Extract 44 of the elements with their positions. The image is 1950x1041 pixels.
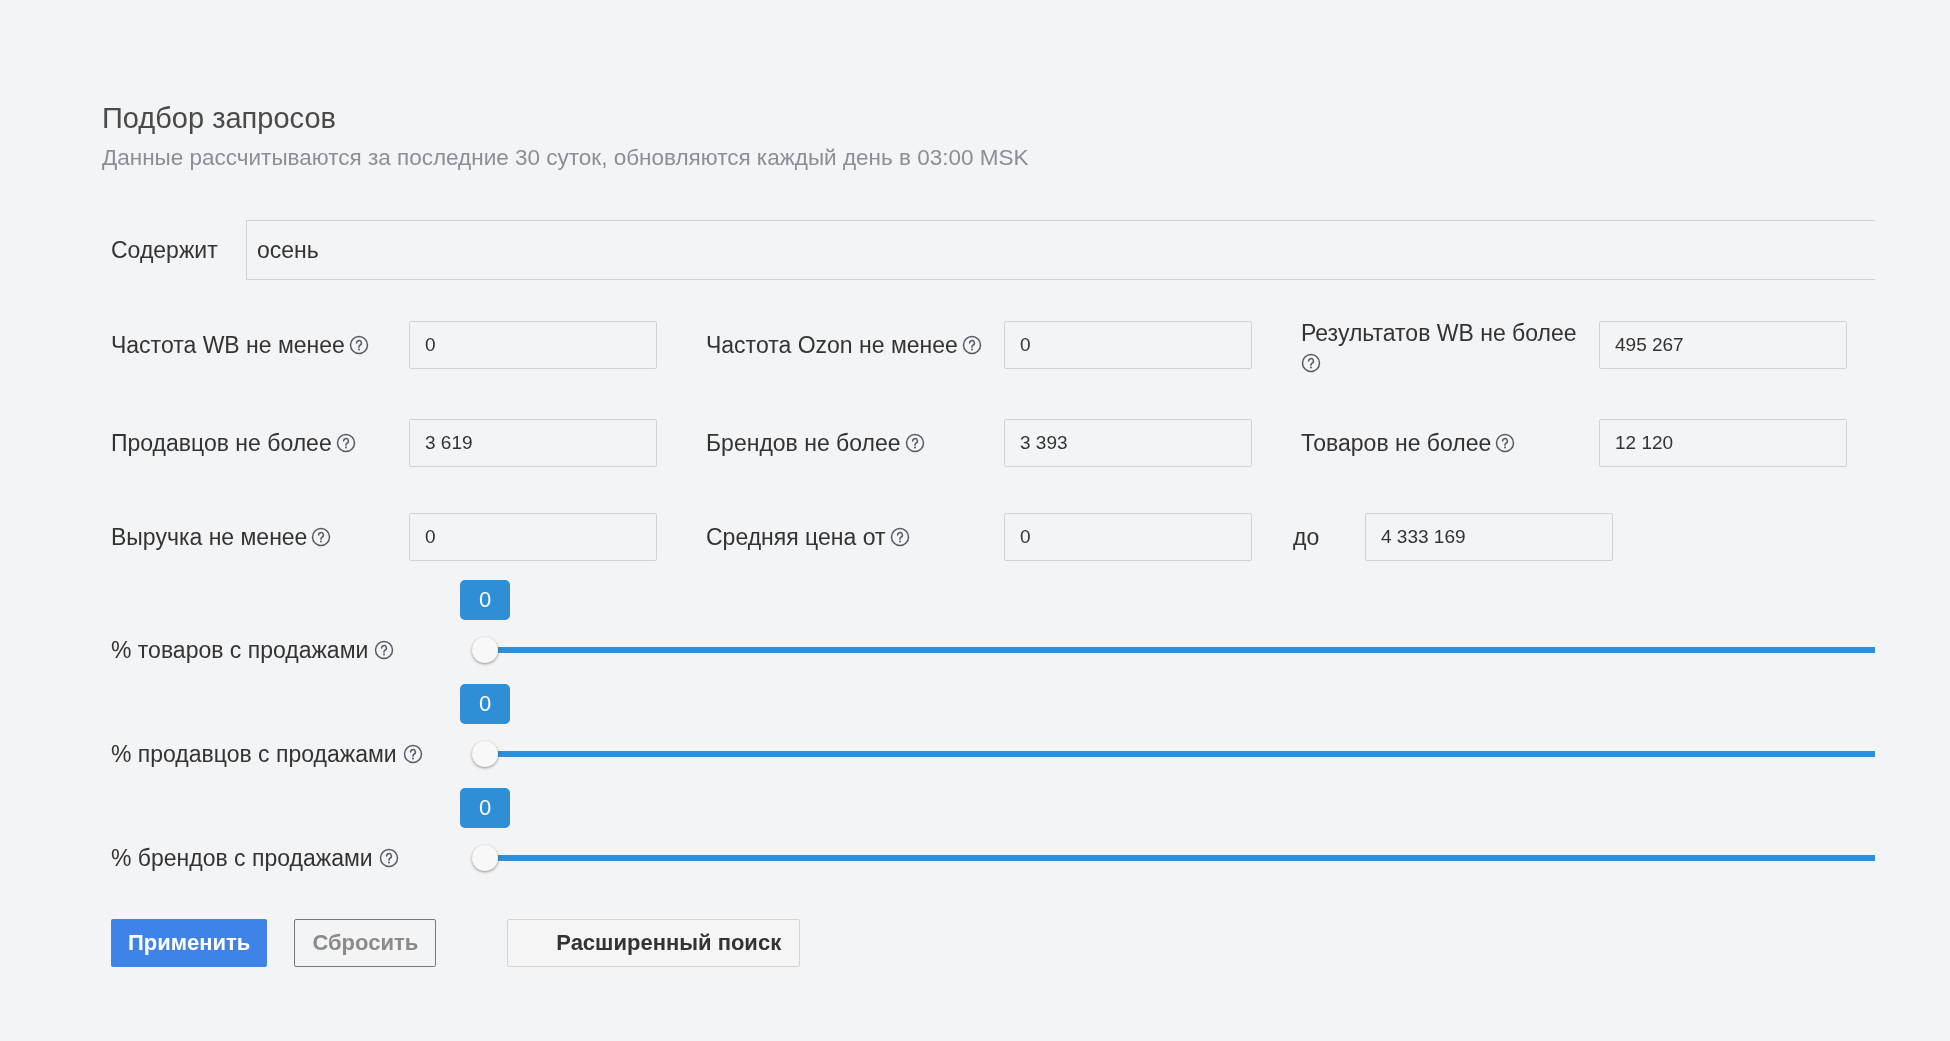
number-input-field[interactable]: 3 393 <box>1004 419 1252 467</box>
field-label: Выручка не менее <box>111 523 308 552</box>
slider-handle[interactable] <box>472 741 498 767</box>
slider-label: % товаров с продажами <box>111 636 369 664</box>
field-label: Частота WB не менее <box>111 331 345 360</box>
slider-handle[interactable] <box>472 845 498 871</box>
field-label: Продавцов не более <box>111 429 332 458</box>
number-input-field[interactable]: 12 120 <box>1599 419 1847 467</box>
help-icon[interactable] <box>1495 433 1516 453</box>
help-icon[interactable] <box>904 433 925 453</box>
number-input-field[interactable]: 0 <box>409 513 657 561</box>
field-label: Средняя цена от <box>706 523 886 552</box>
number-input-field[interactable]: 495 267 <box>1599 321 1847 369</box>
help-icon[interactable] <box>378 848 399 868</box>
help-icon[interactable] <box>374 640 395 660</box>
number-input-field[interactable]: 4 333 169 <box>1365 513 1613 561</box>
help-icon[interactable] <box>961 335 982 355</box>
help-icon[interactable] <box>335 433 356 453</box>
field-label: до <box>1293 523 1320 552</box>
slider-label: % брендов с продажами <box>111 844 373 872</box>
apply-button[interactable]: Применить <box>111 919 268 967</box>
slider-label: % продавцов с продажами <box>111 740 397 768</box>
field-label: Содержит <box>111 236 219 264</box>
help-icon[interactable] <box>402 744 423 764</box>
field-label: Частота Ozon не менее <box>706 331 958 360</box>
value-tooltip: 0 <box>460 580 510 620</box>
value-tooltip: 0 <box>460 684 510 724</box>
number-input-field[interactable]: 0 <box>409 321 657 369</box>
number-input-field[interactable]: 0 <box>1004 321 1252 369</box>
value-tooltip: 0 <box>460 788 510 828</box>
help-icon[interactable] <box>1301 353 1321 373</box>
field-label: Результатов WB не более <box>1301 319 1577 348</box>
help-icon[interactable] <box>889 527 910 547</box>
number-input-field[interactable]: 0 <box>1004 513 1252 561</box>
help-icon[interactable] <box>311 527 332 547</box>
field-label: Брендов не более <box>706 429 901 458</box>
contains-input-field[interactable]: осень <box>246 220 1875 280</box>
slider-handle[interactable] <box>472 637 498 663</box>
help-icon[interactable] <box>348 335 369 355</box>
page-subtitle: Данные рассчитываются за последние 30 суток, обновляются каждый день в 03:00 MSK <box>102 145 1030 171</box>
field-label: Товаров не более <box>1301 429 1492 458</box>
number-input-field[interactable]: 3 619 <box>409 419 657 467</box>
advanced-search-button[interactable]: Расширенный поиск <box>507 919 801 967</box>
page-title: Подбор запросов <box>102 102 337 135</box>
